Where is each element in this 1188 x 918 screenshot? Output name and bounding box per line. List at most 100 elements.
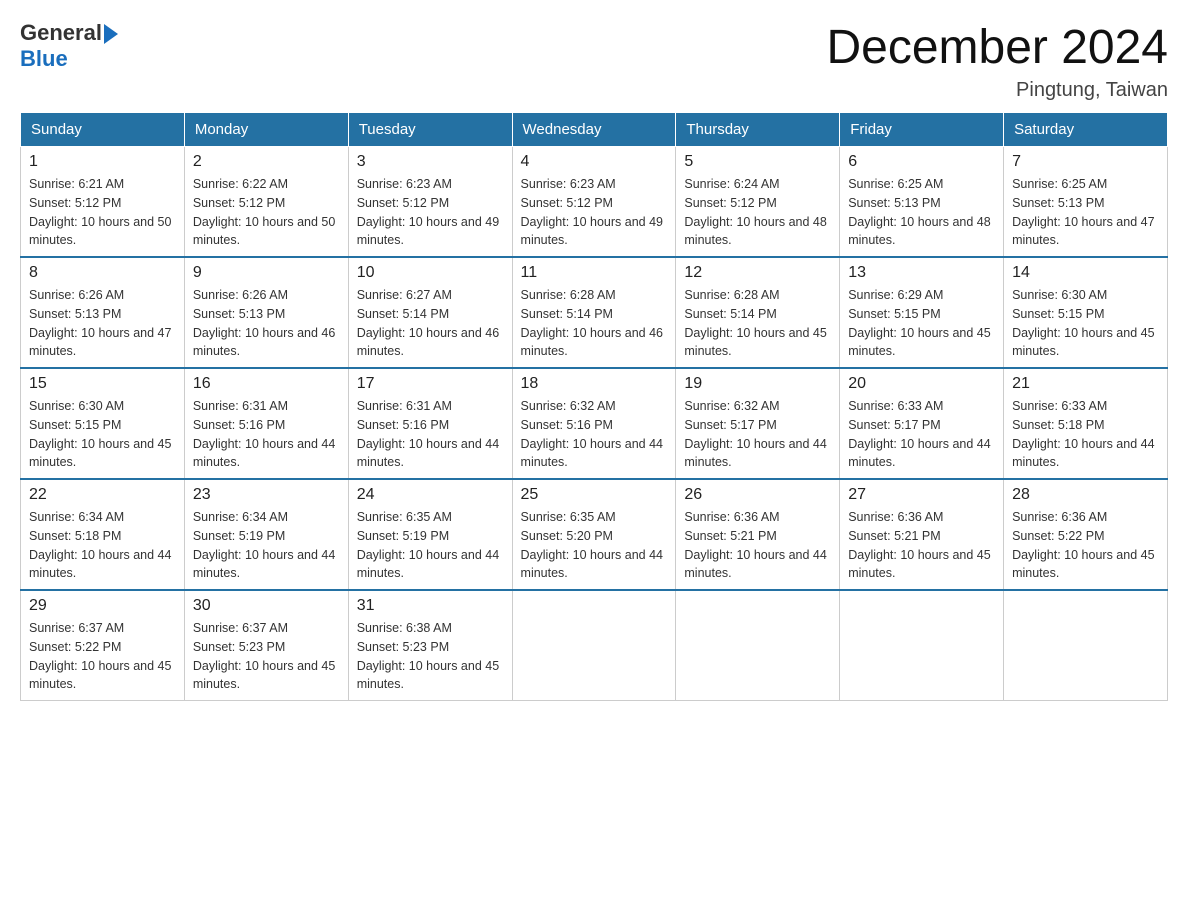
- day-info: Sunrise: 6:33 AMSunset: 5:18 PMDaylight:…: [1012, 397, 1159, 472]
- calendar-cell: 18 Sunrise: 6:32 AMSunset: 5:16 PMDaylig…: [512, 368, 676, 479]
- calendar-title: December 2024: [826, 20, 1168, 75]
- calendar-cell: 2 Sunrise: 6:22 AMSunset: 5:12 PMDayligh…: [184, 147, 348, 258]
- day-number: 3: [357, 153, 504, 171]
- calendar-cell: 14 Sunrise: 6:30 AMSunset: 5:15 PMDaylig…: [1004, 257, 1168, 368]
- day-info: Sunrise: 6:37 AMSunset: 5:23 PMDaylight:…: [193, 619, 340, 694]
- day-number: 2: [193, 153, 340, 171]
- day-info: Sunrise: 6:30 AMSunset: 5:15 PMDaylight:…: [29, 397, 176, 472]
- calendar-cell: 4 Sunrise: 6:23 AMSunset: 5:12 PMDayligh…: [512, 147, 676, 258]
- day-number: 17: [357, 375, 504, 393]
- calendar-cell: 17 Sunrise: 6:31 AMSunset: 5:16 PMDaylig…: [348, 368, 512, 479]
- logo-blue-text: Blue: [20, 46, 68, 71]
- day-number: 7: [1012, 153, 1159, 171]
- calendar-cell: 7 Sunrise: 6:25 AMSunset: 5:13 PMDayligh…: [1004, 147, 1168, 258]
- day-number: 13: [848, 264, 995, 282]
- day-info: Sunrise: 6:36 AMSunset: 5:22 PMDaylight:…: [1012, 508, 1159, 583]
- calendar-cell: 21 Sunrise: 6:33 AMSunset: 5:18 PMDaylig…: [1004, 368, 1168, 479]
- calendar-cell: 5 Sunrise: 6:24 AMSunset: 5:12 PMDayligh…: [676, 147, 840, 258]
- calendar-cell: 23 Sunrise: 6:34 AMSunset: 5:19 PMDaylig…: [184, 479, 348, 590]
- day-number: 11: [521, 264, 668, 282]
- calendar-cell: [840, 590, 1004, 701]
- day-number: 25: [521, 486, 668, 504]
- day-number: 14: [1012, 264, 1159, 282]
- day-info: Sunrise: 6:35 AMSunset: 5:19 PMDaylight:…: [357, 508, 504, 583]
- calendar-cell: 25 Sunrise: 6:35 AMSunset: 5:20 PMDaylig…: [512, 479, 676, 590]
- day-header: Wednesday: [512, 113, 676, 147]
- calendar-cell: 19 Sunrise: 6:32 AMSunset: 5:17 PMDaylig…: [676, 368, 840, 479]
- day-number: 16: [193, 375, 340, 393]
- calendar-cell: [1004, 590, 1168, 701]
- day-number: 31: [357, 597, 504, 615]
- calendar-cell: 24 Sunrise: 6:35 AMSunset: 5:19 PMDaylig…: [348, 479, 512, 590]
- calendar-cell: 31 Sunrise: 6:38 AMSunset: 5:23 PMDaylig…: [348, 590, 512, 701]
- day-number: 28: [1012, 486, 1159, 504]
- day-number: 8: [29, 264, 176, 282]
- day-header: Thursday: [676, 113, 840, 147]
- day-number: 9: [193, 264, 340, 282]
- day-info: Sunrise: 6:34 AMSunset: 5:19 PMDaylight:…: [193, 508, 340, 583]
- day-info: Sunrise: 6:31 AMSunset: 5:16 PMDaylight:…: [193, 397, 340, 472]
- day-number: 1: [29, 153, 176, 171]
- day-info: Sunrise: 6:22 AMSunset: 5:12 PMDaylight:…: [193, 175, 340, 250]
- day-info: Sunrise: 6:38 AMSunset: 5:23 PMDaylight:…: [357, 619, 504, 694]
- day-info: Sunrise: 6:27 AMSunset: 5:14 PMDaylight:…: [357, 286, 504, 361]
- calendar-table: SundayMondayTuesdayWednesdayThursdayFrid…: [20, 112, 1168, 701]
- day-info: Sunrise: 6:21 AMSunset: 5:12 PMDaylight:…: [29, 175, 176, 250]
- day-number: 6: [848, 153, 995, 171]
- day-number: 5: [684, 153, 831, 171]
- calendar-cell: 3 Sunrise: 6:23 AMSunset: 5:12 PMDayligh…: [348, 147, 512, 258]
- calendar-cell: 16 Sunrise: 6:31 AMSunset: 5:16 PMDaylig…: [184, 368, 348, 479]
- calendar-cell: 29 Sunrise: 6:37 AMSunset: 5:22 PMDaylig…: [21, 590, 185, 701]
- calendar-cell: 11 Sunrise: 6:28 AMSunset: 5:14 PMDaylig…: [512, 257, 676, 368]
- day-number: 19: [684, 375, 831, 393]
- day-info: Sunrise: 6:30 AMSunset: 5:15 PMDaylight:…: [1012, 286, 1159, 361]
- day-header: Sunday: [21, 113, 185, 147]
- logo-general-text: General: [20, 20, 102, 46]
- day-info: Sunrise: 6:35 AMSunset: 5:20 PMDaylight:…: [521, 508, 668, 583]
- day-info: Sunrise: 6:25 AMSunset: 5:13 PMDaylight:…: [1012, 175, 1159, 250]
- day-info: Sunrise: 6:34 AMSunset: 5:18 PMDaylight:…: [29, 508, 176, 583]
- logo: General Blue: [20, 20, 118, 72]
- calendar-week-row: 22 Sunrise: 6:34 AMSunset: 5:18 PMDaylig…: [21, 479, 1168, 590]
- day-info: Sunrise: 6:33 AMSunset: 5:17 PMDaylight:…: [848, 397, 995, 472]
- day-header: Saturday: [1004, 113, 1168, 147]
- day-number: 29: [29, 597, 176, 615]
- day-number: 4: [521, 153, 668, 171]
- calendar-cell: [512, 590, 676, 701]
- calendar-cell: 6 Sunrise: 6:25 AMSunset: 5:13 PMDayligh…: [840, 147, 1004, 258]
- calendar-cell: 1 Sunrise: 6:21 AMSunset: 5:12 PMDayligh…: [21, 147, 185, 258]
- calendar-cell: 9 Sunrise: 6:26 AMSunset: 5:13 PMDayligh…: [184, 257, 348, 368]
- day-number: 27: [848, 486, 995, 504]
- day-number: 30: [193, 597, 340, 615]
- calendar-cell: 20 Sunrise: 6:33 AMSunset: 5:17 PMDaylig…: [840, 368, 1004, 479]
- day-info: Sunrise: 6:28 AMSunset: 5:14 PMDaylight:…: [521, 286, 668, 361]
- day-info: Sunrise: 6:28 AMSunset: 5:14 PMDaylight:…: [684, 286, 831, 361]
- calendar-week-row: 1 Sunrise: 6:21 AMSunset: 5:12 PMDayligh…: [21, 147, 1168, 258]
- day-number: 24: [357, 486, 504, 504]
- day-number: 15: [29, 375, 176, 393]
- day-number: 18: [521, 375, 668, 393]
- day-info: Sunrise: 6:32 AMSunset: 5:17 PMDaylight:…: [684, 397, 831, 472]
- day-info: Sunrise: 6:36 AMSunset: 5:21 PMDaylight:…: [684, 508, 831, 583]
- calendar-week-row: 29 Sunrise: 6:37 AMSunset: 5:22 PMDaylig…: [21, 590, 1168, 701]
- calendar-cell: 10 Sunrise: 6:27 AMSunset: 5:14 PMDaylig…: [348, 257, 512, 368]
- day-info: Sunrise: 6:32 AMSunset: 5:16 PMDaylight:…: [521, 397, 668, 472]
- day-header: Monday: [184, 113, 348, 147]
- day-info: Sunrise: 6:26 AMSunset: 5:13 PMDaylight:…: [29, 286, 176, 361]
- day-info: Sunrise: 6:25 AMSunset: 5:13 PMDaylight:…: [848, 175, 995, 250]
- day-number: 20: [848, 375, 995, 393]
- day-info: Sunrise: 6:24 AMSunset: 5:12 PMDaylight:…: [684, 175, 831, 250]
- title-section: December 2024 Pingtung, Taiwan: [826, 20, 1168, 102]
- calendar-week-row: 8 Sunrise: 6:26 AMSunset: 5:13 PMDayligh…: [21, 257, 1168, 368]
- day-number: 22: [29, 486, 176, 504]
- day-info: Sunrise: 6:23 AMSunset: 5:12 PMDaylight:…: [521, 175, 668, 250]
- day-info: Sunrise: 6:36 AMSunset: 5:21 PMDaylight:…: [848, 508, 995, 583]
- calendar-cell: [676, 590, 840, 701]
- day-header: Friday: [840, 113, 1004, 147]
- calendar-cell: 22 Sunrise: 6:34 AMSunset: 5:18 PMDaylig…: [21, 479, 185, 590]
- day-info: Sunrise: 6:37 AMSunset: 5:22 PMDaylight:…: [29, 619, 176, 694]
- page-header: General Blue December 2024 Pingtung, Tai…: [20, 20, 1168, 102]
- day-header: Tuesday: [348, 113, 512, 147]
- calendar-cell: 8 Sunrise: 6:26 AMSunset: 5:13 PMDayligh…: [21, 257, 185, 368]
- calendar-cell: 28 Sunrise: 6:36 AMSunset: 5:22 PMDaylig…: [1004, 479, 1168, 590]
